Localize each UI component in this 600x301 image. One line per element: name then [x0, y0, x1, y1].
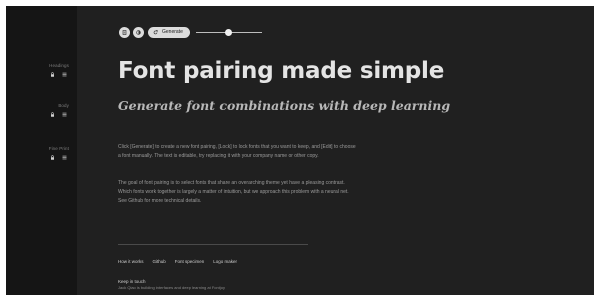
sidebar-icons-fine-print: [19, 155, 69, 160]
footer-link-github[interactable]: Github: [153, 259, 166, 264]
footer-link-how-it-works[interactable]: How it works: [118, 259, 144, 264]
contrast-icon: [136, 29, 141, 35]
lock-icon[interactable]: [50, 72, 55, 77]
refresh-icon: [153, 29, 158, 34]
main-content: Generate Font pairing made simple Genera…: [77, 6, 594, 295]
sidebar-icons-body: [19, 112, 69, 117]
app-window: Headings Body Fine Print Generate Font p…: [6, 6, 594, 295]
intro-paragraph: Click [Generate] to create a new font pa…: [118, 144, 356, 159]
sidebar-group-body: Body: [19, 103, 69, 117]
footer-link-logo-maker[interactable]: Logo maker: [213, 259, 237, 264]
explanation-paragraph: The goal of font pairing is to select fo…: [118, 180, 349, 204]
divider: [118, 244, 308, 245]
creativity-slider[interactable]: [195, 27, 262, 38]
page-title: Font pairing made simple: [118, 58, 445, 84]
sidebar-group-headings: Headings: [19, 63, 69, 77]
sidebar-label-fine-print: Fine Print: [48, 146, 69, 151]
sidebar-group-fine-print: Fine Print: [19, 146, 69, 160]
edit-list-icon[interactable]: [62, 155, 67, 160]
generate-button[interactable]: Generate: [148, 26, 190, 38]
edit-list-icon[interactable]: [62, 112, 67, 117]
sidebar-label-headings: Headings: [49, 63, 69, 68]
lock-icon[interactable]: [50, 155, 55, 160]
sidebar: Headings Body Fine Print: [6, 6, 77, 295]
generate-button-label: Generate: [162, 29, 183, 35]
sidebar-label-body: Body: [58, 103, 69, 108]
slider-thumb[interactable]: [225, 28, 233, 36]
footer-link-font-specimen[interactable]: Font specimen: [175, 259, 205, 264]
sample-text-button[interactable]: [119, 26, 130, 38]
footer-links: How it works Github Font specimen Logo m…: [118, 259, 237, 264]
sidebar-icons-headings: [19, 72, 69, 77]
theme-toggle-button[interactable]: [133, 26, 144, 38]
contact-title: Keep in touch: [118, 279, 146, 284]
document-icon: [122, 29, 127, 35]
lock-icon[interactable]: [50, 112, 55, 117]
page-subtitle: Generate font combinations with deep lea…: [118, 98, 451, 113]
edit-list-icon[interactable]: [62, 72, 67, 77]
toolbar: Generate: [119, 26, 262, 38]
contact-text: Jack Qiao is building interfaces and dee…: [118, 285, 225, 290]
